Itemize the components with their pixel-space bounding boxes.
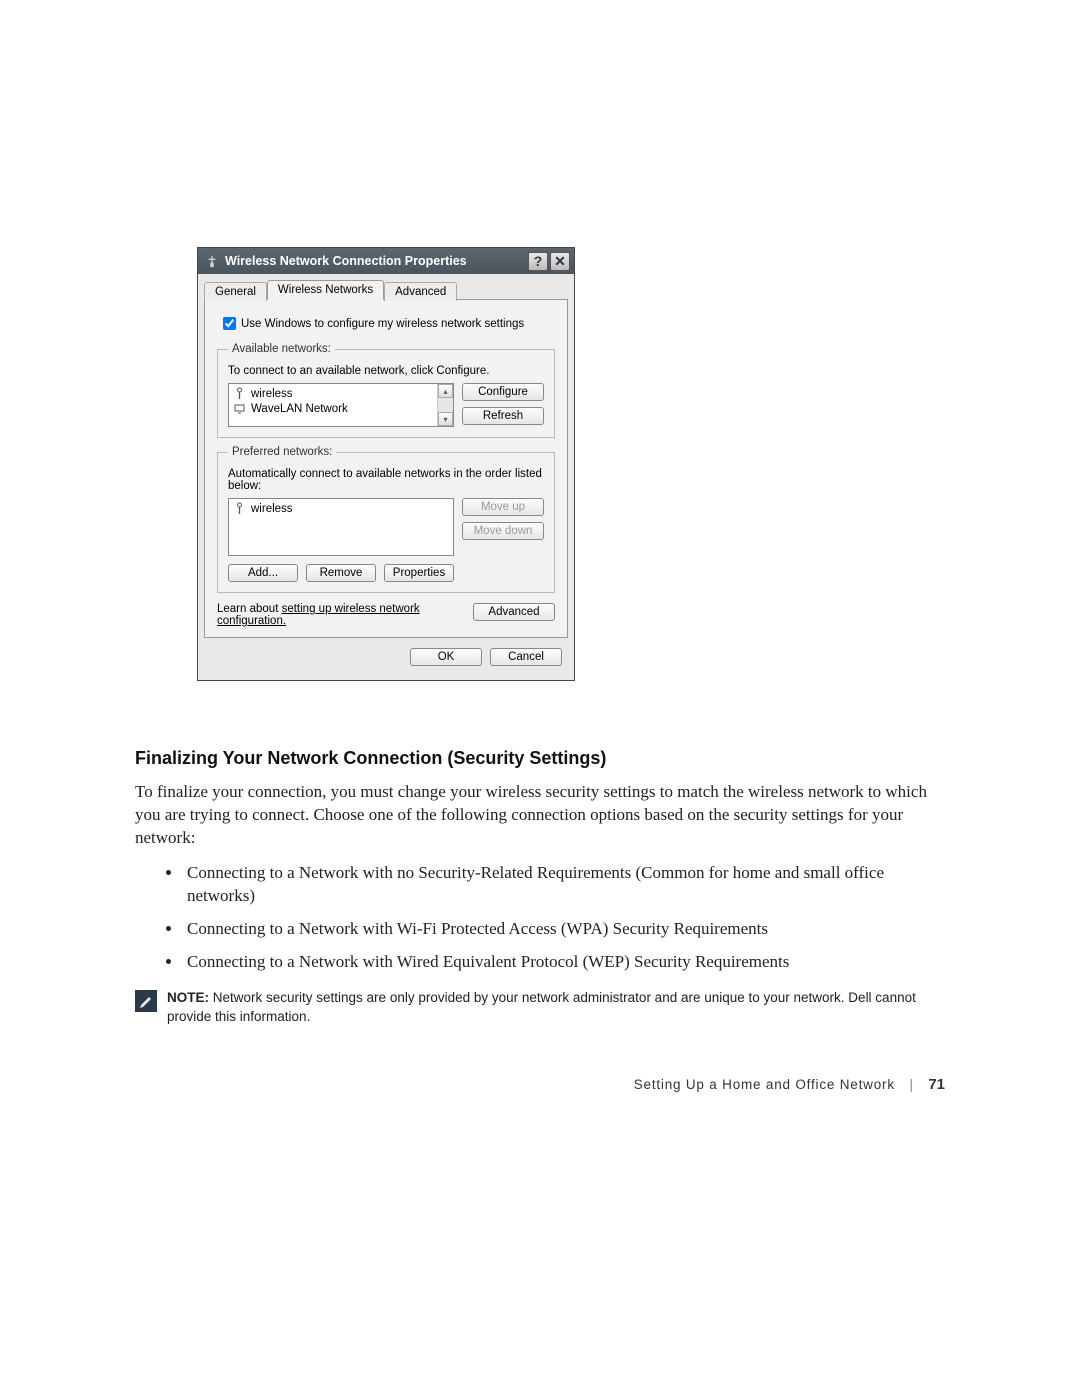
preferred-networks-listbox[interactable]: wireless (228, 498, 454, 556)
available-networks-group: Available networks: To connect to an ava… (217, 343, 555, 438)
available-networks-listbox[interactable]: wireless WaveLAN Network ▴ (228, 383, 454, 427)
learn-row: Learn about setting up wireless network … (217, 603, 555, 627)
scroll-down-icon[interactable]: ▾ (438, 412, 453, 426)
remove-button[interactable]: Remove (306, 564, 376, 582)
add-button[interactable]: Add... (228, 564, 298, 582)
document-body: Finalizing Your Network Connection (Secu… (135, 748, 945, 1027)
list-item: Connecting to a Network with Wi-Fi Prote… (183, 918, 945, 941)
footer-section: Setting Up a Home and Office Network (634, 1077, 895, 1092)
computer-icon (233, 402, 246, 415)
available-networks-legend: Available networks: (228, 343, 335, 355)
dialog-footer: OK Cancel (204, 638, 568, 674)
dialog-title: Wireless Network Connection Properties (225, 254, 528, 268)
list-item: Connecting to a Network with Wired Equiv… (183, 951, 945, 974)
scrollbar[interactable]: ▴ ▾ (437, 384, 453, 426)
options-list: Connecting to a Network with no Security… (135, 862, 945, 974)
dialog-body: General Wireless Networks Advanced Use W… (198, 274, 574, 680)
titlebar-buttons: ? ✕ (528, 252, 570, 271)
list-item: Connecting to a Network with no Security… (183, 862, 945, 908)
refresh-button[interactable]: Refresh (462, 407, 544, 425)
footer-separator: | (909, 1077, 913, 1092)
preferred-networks-legend: Preferred networks: (228, 446, 336, 458)
learn-prefix: Learn about (217, 603, 282, 615)
list-item[interactable]: WaveLAN Network (229, 401, 437, 416)
use-windows-checkbox[interactable] (223, 317, 236, 330)
close-button[interactable]: ✕ (550, 252, 570, 271)
wireless-properties-dialog: Wireless Network Connection Properties ?… (197, 247, 575, 681)
help-button[interactable]: ? (528, 252, 548, 271)
tab-advanced[interactable]: Advanced (384, 282, 457, 301)
properties-button[interactable]: Properties (384, 564, 454, 582)
list-item[interactable]: wireless (229, 501, 453, 516)
tab-wireless-networks[interactable]: Wireless Networks (267, 280, 384, 300)
available-hint: To connect to an available network, clic… (228, 365, 544, 377)
advanced-button[interactable]: Advanced (473, 603, 555, 621)
preferred-networks-group: Preferred networks: Automatically connec… (217, 446, 555, 593)
network-name: wireless (251, 503, 293, 515)
tabs-row: General Wireless Networks Advanced (204, 280, 568, 300)
antenna-icon (233, 387, 246, 400)
note-row: NOTE: Network security settings are only… (135, 988, 945, 1027)
section-heading: Finalizing Your Network Connection (Secu… (135, 748, 945, 769)
page-footer: Setting Up a Home and Office Network | 7… (0, 1076, 1080, 1093)
titlebar: Wireless Network Connection Properties ?… (198, 248, 574, 274)
configure-button[interactable]: Configure (462, 383, 544, 401)
note-body: Network security settings are only provi… (167, 990, 916, 1025)
note-icon (135, 990, 157, 1012)
cancel-button[interactable]: Cancel (490, 648, 562, 666)
scroll-up-icon[interactable]: ▴ (438, 384, 453, 398)
intro-paragraph: To finalize your connection, you must ch… (135, 781, 945, 850)
ok-button[interactable]: OK (410, 648, 482, 666)
note-label: NOTE: (167, 990, 209, 1005)
move-up-button[interactable]: Move up (462, 498, 544, 516)
preferred-hint: Automatically connect to available netwo… (228, 468, 544, 492)
antenna-icon (233, 502, 246, 515)
learn-text: Learn about setting up wireless network … (217, 603, 473, 627)
page-number: 71 (928, 1076, 945, 1093)
network-name: WaveLAN Network (251, 403, 348, 415)
tab-panel: Use Windows to configure my wireless net… (204, 299, 568, 638)
wireless-adapter-icon (204, 253, 220, 269)
move-down-button[interactable]: Move down (462, 522, 544, 540)
page: Wireless Network Connection Properties ?… (0, 0, 1080, 1397)
use-windows-label: Use Windows to configure my wireless net… (241, 318, 524, 330)
use-windows-checkbox-row[interactable]: Use Windows to configure my wireless net… (219, 314, 555, 333)
network-name: wireless (251, 388, 293, 400)
note-text: NOTE: Network security settings are only… (167, 988, 945, 1027)
list-item[interactable]: wireless (229, 386, 437, 401)
tab-general[interactable]: General (204, 282, 267, 301)
